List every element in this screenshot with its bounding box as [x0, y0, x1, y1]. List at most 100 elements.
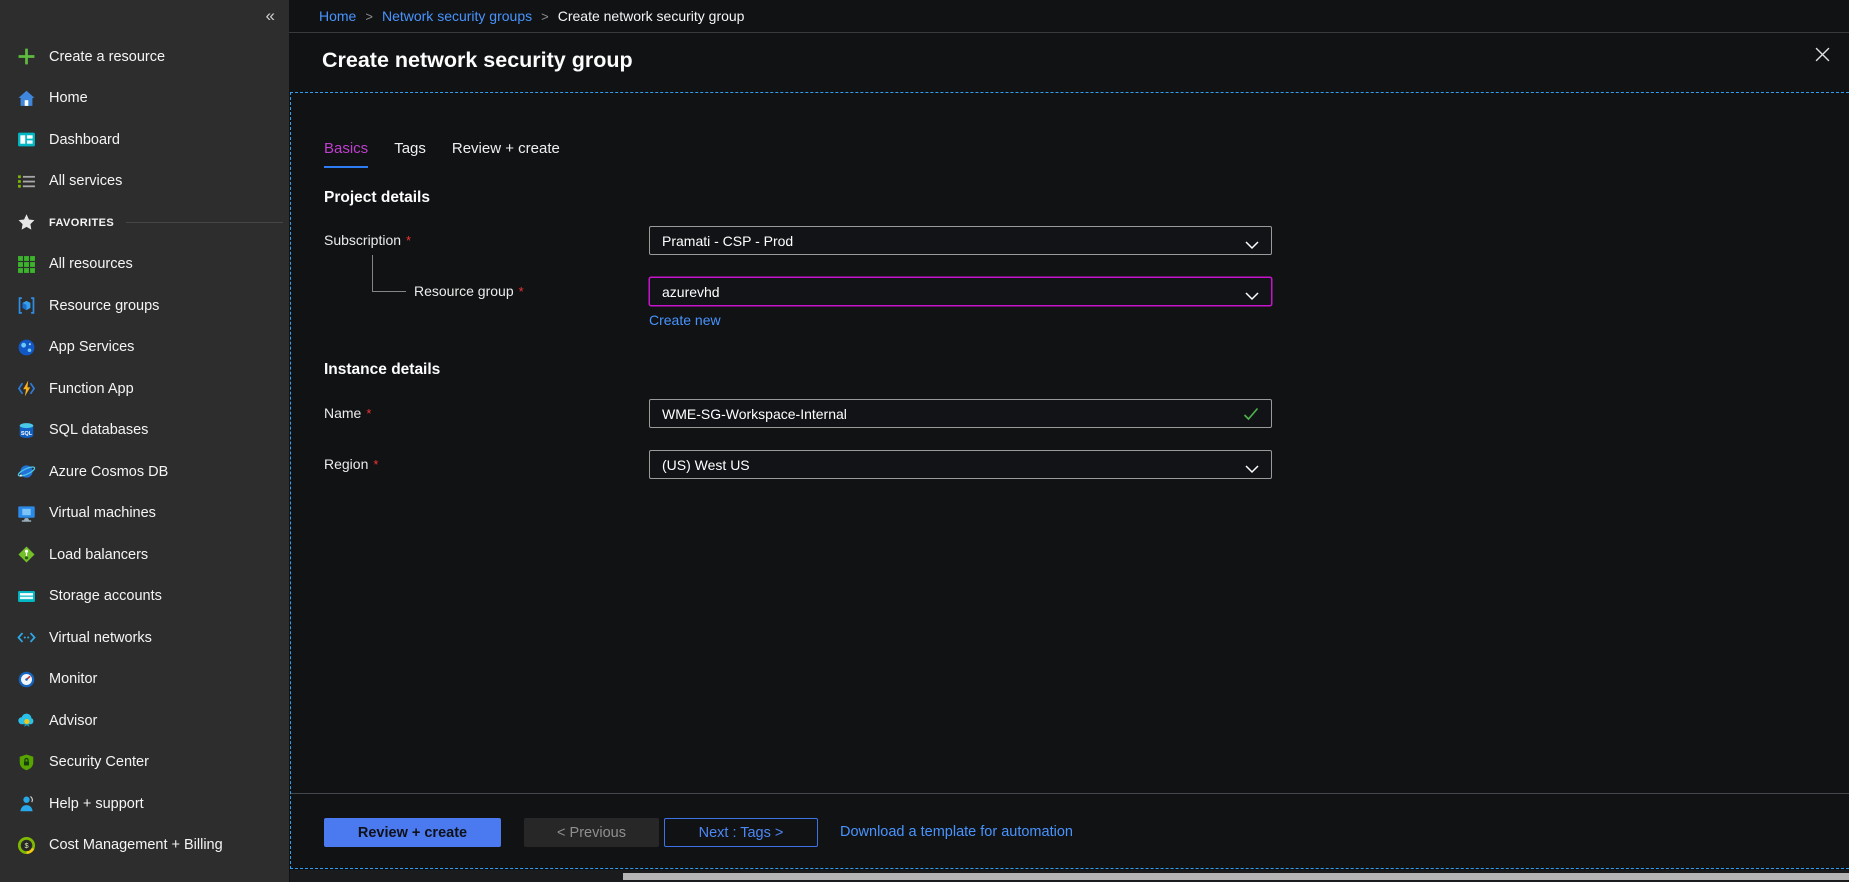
- sidebar-item-resource-groups[interactable]: Resource groups: [0, 285, 289, 327]
- sidebar-nav: Create a resource Home Dashboard All ser…: [0, 36, 289, 866]
- star-icon: [17, 213, 36, 232]
- security-center-icon: [17, 753, 36, 772]
- load-balancers-icon: [17, 545, 36, 564]
- breadcrumb-separator-icon: >: [365, 9, 373, 24]
- grid-icon: [17, 255, 36, 274]
- create-nsg-panel: Basics Tags Review + create Project deta…: [290, 92, 1849, 869]
- svg-text:SQL: SQL: [21, 431, 33, 437]
- sidebar-item-create-a-resource[interactable]: Create a resource: [0, 36, 289, 78]
- resource-groups-icon: [17, 296, 36, 315]
- footer-divider: [291, 793, 1849, 794]
- sidebar-item-label: Monitor: [49, 671, 97, 687]
- sidebar-item-sql-databases[interactable]: SQL SQL databases: [0, 410, 289, 452]
- close-icon[interactable]: [1811, 43, 1834, 71]
- previous-button[interactable]: < Previous: [524, 818, 659, 847]
- sidebar-item-label: App Services: [49, 339, 134, 355]
- sidebar-item-home[interactable]: Home: [0, 78, 289, 120]
- required-asterisk: *: [406, 233, 411, 248]
- sidebar-item-label: Virtual networks: [49, 630, 152, 646]
- sidebar-item-all-services[interactable]: All services: [0, 161, 289, 203]
- sidebar-item-label: Azure Cosmos DB: [49, 464, 168, 480]
- sidebar-item-label: Function App: [49, 381, 134, 397]
- resource-group-value: azurevhd: [662, 284, 720, 300]
- subscription-select[interactable]: Pramati - CSP - Prod: [649, 226, 1272, 255]
- resource-group-select[interactable]: azurevhd: [649, 277, 1272, 306]
- next-tags-button[interactable]: Next : Tags >: [664, 818, 818, 847]
- project-details-heading: Project details: [324, 189, 430, 207]
- name-label: Name*: [324, 399, 371, 428]
- sidebar-section-label: FAVORITES: [49, 217, 114, 229]
- sidebar-item-help-support[interactable]: Help + support: [0, 783, 289, 825]
- region-select[interactable]: (US) West US: [649, 450, 1272, 479]
- sidebar-item-storage-accounts[interactable]: Storage accounts: [0, 576, 289, 618]
- valid-check-icon: [1243, 407, 1259, 424]
- sidebar-item-label: All services: [49, 173, 122, 189]
- sidebar-item-label: Dashboard: [49, 132, 120, 148]
- breadcrumb-nsg-link[interactable]: Network security groups: [382, 8, 532, 24]
- region-row: Region* (US) West US: [291, 450, 1849, 479]
- sidebar-item-label: SQL databases: [49, 422, 148, 438]
- sql-databases-icon: SQL: [17, 421, 36, 440]
- review-create-button[interactable]: Review + create: [324, 818, 501, 847]
- sidebar-item-label: Create a resource: [49, 49, 165, 65]
- name-input[interactable]: WME-SG-Workspace-Internal: [649, 399, 1272, 428]
- resource-group-row: Resource group* azurevhd: [291, 277, 1849, 306]
- sidebar-item-security-center[interactable]: Security Center: [0, 742, 289, 784]
- sidebar-item-load-balancers[interactable]: Load balancers: [0, 534, 289, 576]
- sidebar-item-label: Home: [49, 90, 88, 106]
- sidebar-item-label: All resources: [49, 256, 133, 272]
- sidebar-item-monitor[interactable]: Monitor: [0, 659, 289, 701]
- sidebar-item-azure-cosmos-db[interactable]: Azure Cosmos DB: [0, 451, 289, 493]
- sidebar-item-label: Load balancers: [49, 547, 148, 563]
- virtual-machines-icon: [17, 504, 36, 523]
- chevron-down-icon: [1245, 461, 1259, 477]
- tab-bar: Basics Tags Review + create: [324, 140, 560, 168]
- advisor-icon: [17, 711, 36, 730]
- chevron-down-icon: [1245, 288, 1259, 304]
- name-row: Name* WME-SG-Workspace-Internal: [291, 399, 1849, 428]
- required-asterisk: *: [519, 284, 524, 299]
- sidebar-item-label: Help + support: [49, 796, 144, 812]
- tab-tags[interactable]: Tags: [394, 140, 426, 168]
- storage-accounts-icon: [17, 587, 36, 606]
- region-label: Region*: [324, 450, 378, 479]
- create-new-link[interactable]: Create new: [649, 312, 721, 328]
- sidebar-item-all-resources[interactable]: All resources: [0, 244, 289, 286]
- download-template-link[interactable]: Download a template for automation: [840, 818, 1073, 847]
- name-value: WME-SG-Workspace-Internal: [662, 406, 847, 422]
- cost-management-icon: $: [17, 836, 36, 855]
- page-header: Create network security group: [289, 34, 1849, 92]
- subscription-row: Subscription* Pramati - CSP - Prod: [291, 226, 1849, 255]
- app-services-icon: [17, 338, 36, 357]
- sidebar-item-label: Security Center: [49, 754, 149, 770]
- breadcrumb-home-link[interactable]: Home: [319, 8, 356, 24]
- breadcrumb-current-page: Create network security group: [558, 8, 745, 24]
- sidebar-item-label: Advisor: [49, 713, 97, 729]
- breadcrumb: Home > Network security groups > Create …: [289, 0, 1849, 33]
- sidebar-collapse-button[interactable]: «: [266, 6, 275, 26]
- sidebar-item-function-app[interactable]: Function App: [0, 368, 289, 410]
- monitor-icon: [17, 670, 36, 689]
- sidebar-item-label: Storage accounts: [49, 588, 162, 604]
- tab-review-create[interactable]: Review + create: [452, 140, 560, 168]
- resource-group-label: Resource group*: [414, 277, 524, 306]
- sidebar-item-virtual-networks[interactable]: Virtual networks: [0, 617, 289, 659]
- sidebar-item-dashboard[interactable]: Dashboard: [0, 119, 289, 161]
- sidebar-item-label: Cost Management + Billing: [49, 837, 223, 853]
- svg-text:$: $: [24, 841, 28, 850]
- home-icon: [17, 89, 36, 108]
- sidebar-item-app-services[interactable]: App Services: [0, 327, 289, 369]
- breadcrumb-separator-icon: >: [541, 9, 549, 24]
- virtual-networks-icon: [17, 628, 36, 647]
- subscription-value: Pramati - CSP - Prod: [662, 233, 793, 249]
- region-value: (US) West US: [662, 457, 750, 473]
- sidebar-item-cost-management-billing[interactable]: $ Cost Management + Billing: [0, 825, 289, 867]
- sidebar-item-label: Resource groups: [49, 298, 159, 314]
- cosmos-db-icon: [17, 462, 36, 481]
- tab-basics[interactable]: Basics: [324, 140, 368, 168]
- horizontal-scrollbar-thumb[interactable]: [623, 873, 1849, 880]
- sidebar: « Create a resource Home Dashboard All s…: [0, 0, 289, 882]
- function-app-icon: [17, 379, 36, 398]
- sidebar-item-advisor[interactable]: Advisor: [0, 700, 289, 742]
- sidebar-item-virtual-machines[interactable]: Virtual machines: [0, 493, 289, 535]
